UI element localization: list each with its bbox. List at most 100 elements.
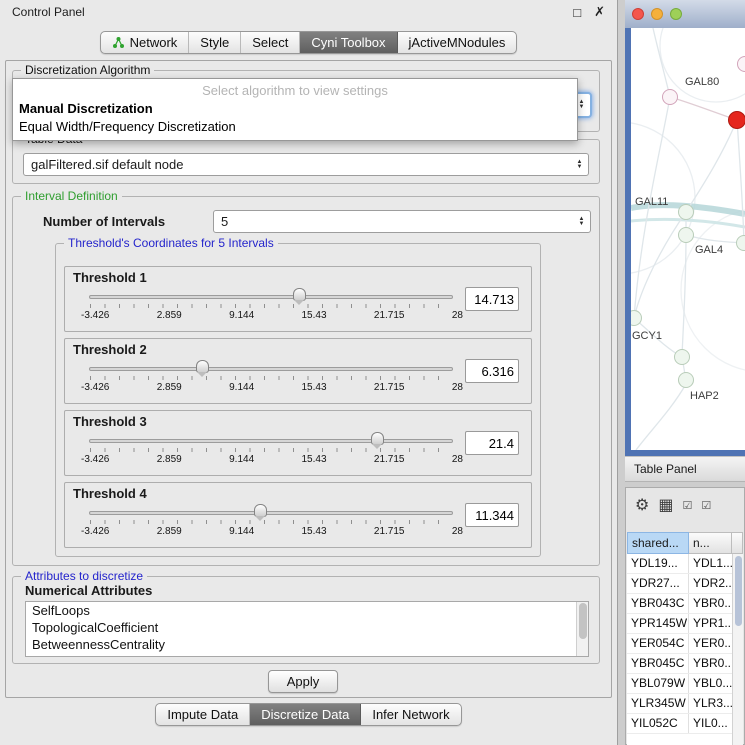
number-of-intervals-combobox[interactable]: 5 ▲▼ [213, 210, 591, 233]
apply-button[interactable]: Apply [268, 670, 338, 693]
slider-tick-labels: -3.4262.8599.14415.4321.71528 [81, 526, 463, 537]
tab-network[interactable]: Network [101, 32, 190, 53]
minimize-traffic-light-icon[interactable] [651, 8, 663, 20]
table-row[interactable]: YDR27...YDR2... [627, 574, 743, 594]
tab-label: Select [252, 35, 288, 50]
network-node[interactable] [678, 227, 694, 243]
network-node[interactable] [678, 204, 694, 220]
column-header-name[interactable]: n... [689, 532, 732, 554]
threshold-value-input[interactable] [465, 287, 519, 311]
numerical-attributes-list[interactable]: SelfLoops TopologicalCoefficient Between… [25, 601, 589, 657]
threshold-value-input[interactable] [465, 359, 519, 383]
slider-ticks [90, 304, 452, 308]
threshold-label: Threshold 4 [73, 486, 147, 501]
tab-label: Style [200, 35, 229, 50]
threshold-3-panel: Threshold 3 -3.4262.8599.14415.4321.7152… [64, 410, 532, 476]
tab-label: jActiveMNodules [409, 35, 506, 50]
network-view-window: GAL80 GAL11 GAL4 GCY1 HAP2 [625, 0, 745, 456]
slider-ticks [90, 376, 452, 380]
table-header-corner [732, 532, 743, 554]
close-traffic-light-icon[interactable] [632, 8, 644, 20]
network-node-selected[interactable] [728, 111, 745, 129]
tab-discretize-data[interactable]: Discretize Data [250, 704, 361, 725]
list-item[interactable]: SelfLoops [26, 602, 588, 619]
table-row[interactable]: YBL079WYBL0... [627, 674, 743, 694]
column-header-shared-name[interactable]: shared... [627, 532, 689, 554]
settings-gear-icon[interactable]: ⚙ [635, 495, 649, 515]
threshold-2-slider[interactable]: -3.4262.8599.14415.4321.71528 [89, 357, 453, 401]
select-column-checkbox-icon[interactable]: ☑ [701, 499, 711, 512]
dropdown-placeholder: Select algorithm to view settings [13, 82, 577, 100]
dropdown-option-equal-width-frequency[interactable]: Equal Width/Frequency Discretization [13, 118, 577, 136]
number-of-intervals-value: 5 [221, 214, 575, 229]
table-row[interactable]: YBR043CYBR0... [627, 594, 743, 614]
slider-tick-labels: -3.4262.8599.14415.4321.71528 [81, 310, 463, 321]
float-window-icon[interactable]: □ [573, 5, 581, 20]
interval-definition-group: Interval Definition Number of Intervals … [12, 196, 600, 566]
slider-thumb[interactable] [254, 504, 267, 517]
network-window-titlebar[interactable] [625, 0, 745, 28]
slider-track[interactable] [89, 439, 453, 443]
slider-thumb[interactable] [196, 360, 209, 373]
node-table: shared... n... YDL19...YDL1... YDR27...Y… [627, 532, 743, 745]
slider-thumb[interactable] [371, 432, 384, 445]
tab-impute-data[interactable]: Impute Data [156, 704, 250, 725]
threshold-4-slider[interactable]: -3.4262.8599.14415.4321.71528 [89, 501, 453, 545]
threshold-1-slider[interactable]: -3.4262.8599.14415.4321.71528 [89, 285, 453, 329]
scrollbar-thumb[interactable] [735, 556, 742, 626]
table-row[interactable]: YER054CYER0... [627, 634, 743, 654]
tab-infer-network[interactable]: Infer Network [361, 704, 460, 725]
tab-label: Discretize Data [261, 707, 349, 722]
table-row[interactable]: YPR145WYPR1... [627, 614, 743, 634]
window-title: Control Panel [12, 5, 85, 19]
tab-label: Infer Network [372, 707, 449, 722]
close-window-icon[interactable]: ✗ [594, 4, 605, 20]
slider-track[interactable] [89, 367, 453, 371]
network-node[interactable] [662, 89, 678, 105]
table-data-group: Table Data galFiltered.sif default node … [12, 139, 600, 184]
threshold-label: Threshold 2 [73, 342, 147, 357]
control-panel-window: Control Panel □ ✗ Network Style Select C… [0, 0, 618, 745]
list-scrollbar[interactable] [576, 602, 588, 656]
scrollbar-thumb[interactable] [579, 603, 587, 639]
slider-tick-labels: -3.4262.8599.14415.4321.71528 [81, 382, 463, 393]
slider-thumb[interactable] [293, 288, 306, 301]
table-row[interactable]: YIL052CYIL0... [627, 714, 743, 734]
zoom-traffic-light-icon[interactable] [670, 8, 682, 20]
table-data-combobox[interactable]: galFiltered.sif default node ▲▼ [23, 153, 589, 176]
network-node[interactable] [736, 235, 745, 251]
threshold-4-panel: Threshold 4 -3.4262.8599.14415.4321.7152… [64, 482, 532, 548]
table-panel-title: Table Panel [634, 462, 697, 476]
threshold-value-input[interactable] [465, 431, 519, 455]
table-row[interactable]: YDL19...YDL1... [627, 554, 743, 574]
tab-cyni-toolbox[interactable]: Cyni Toolbox [300, 32, 397, 53]
threshold-value-input[interactable] [465, 503, 519, 527]
network-node[interactable] [678, 372, 694, 388]
network-node[interactable] [674, 349, 690, 365]
threshold-3-slider[interactable]: -3.4262.8599.14415.4321.71528 [89, 429, 453, 473]
discretization-algorithm-group-label: Discretization Algorithm [21, 63, 154, 77]
select-all-checkbox-icon[interactable]: ☑ [682, 499, 692, 512]
table-header-row: shared... n... [627, 532, 743, 554]
node-label: GAL4 [695, 244, 723, 256]
table-panel-window: ⚙ ▦ ☑ ☑ shared... n... YDL19...YDL1... Y… [625, 487, 745, 745]
tab-style[interactable]: Style [189, 32, 241, 53]
slider-track[interactable] [89, 295, 453, 299]
tab-select[interactable]: Select [241, 32, 300, 53]
table-row[interactable]: YBR045CYBR0... [627, 654, 743, 674]
tab-label: Network [130, 35, 178, 50]
table-toolbar: ⚙ ▦ ☑ ☑ [626, 488, 744, 522]
table-row[interactable]: YLR345WYLR3... [627, 694, 743, 714]
number-of-intervals-label: Number of Intervals [43, 214, 165, 229]
table-scrollbar[interactable] [732, 554, 743, 745]
bottom-tabbar: Impute Data Discretize Data Infer Networ… [0, 703, 617, 726]
list-item[interactable]: TopologicalCoefficient [26, 619, 588, 636]
slider-track[interactable] [89, 511, 453, 515]
columns-icon[interactable]: ▦ [658, 495, 673, 515]
slider-ticks [90, 448, 452, 452]
list-item[interactable]: BetweennessCentrality [26, 636, 588, 653]
tab-jactivemnodules[interactable]: jActiveMNodules [398, 32, 517, 53]
dropdown-option-manual-discretization[interactable]: Manual Discretization [13, 100, 577, 118]
node-label: HAP2 [690, 390, 719, 402]
network-canvas[interactable]: GAL80 GAL11 GAL4 GCY1 HAP2 [631, 28, 745, 450]
